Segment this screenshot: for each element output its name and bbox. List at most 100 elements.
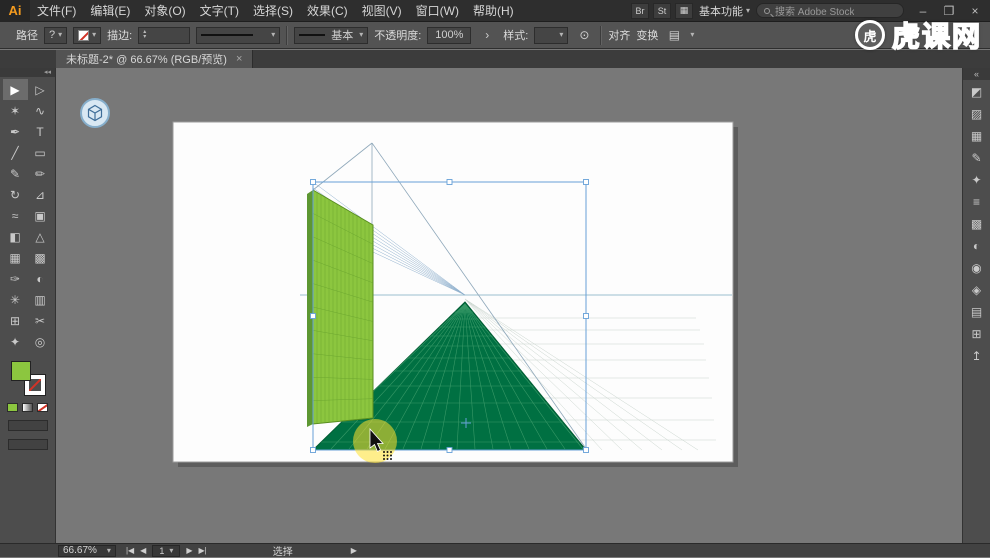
close-icon[interactable]: × xyxy=(236,53,242,65)
column-graph-tool[interactable]: ▥ xyxy=(28,289,53,310)
menu-select[interactable]: 选择(S) xyxy=(246,0,300,22)
menu-type[interactable]: 文字(T) xyxy=(193,0,246,22)
bridge-icon[interactable]: Br xyxy=(631,3,649,19)
stepper-icon[interactable]: ▴▾ xyxy=(143,30,146,40)
shape-builder-tool[interactable]: ◧ xyxy=(3,226,28,247)
gradient-mode-button[interactable] xyxy=(22,403,33,412)
gradient-panel-icon[interactable]: ▩ xyxy=(966,214,988,234)
none-mode-button[interactable] xyxy=(37,403,48,412)
menu-object[interactable]: 对象(O) xyxy=(137,0,192,22)
canvas-area[interactable] xyxy=(56,68,962,543)
chevron-down-icon: ▾ xyxy=(58,31,62,39)
graphic-styles-panel-icon[interactable]: ◈ xyxy=(966,280,988,300)
stroke-width-field[interactable]: ▴▾ xyxy=(138,27,190,44)
color-panel-icon[interactable]: ◩ xyxy=(966,82,988,102)
lasso-tool[interactable]: ∿ xyxy=(28,100,53,121)
document-tab-bar: 未标题-2* @ 66.67% (RGB/预览) × xyxy=(0,50,990,68)
stock-icon[interactable]: St xyxy=(653,3,671,19)
workspace-switcher[interactable]: 基本功能 ▾ xyxy=(699,3,750,19)
blend-tool[interactable]: ◐ xyxy=(28,268,53,289)
eyedropper-tool[interactable]: ✑ xyxy=(3,268,28,289)
menu-effect[interactable]: 效果(C) xyxy=(300,0,355,22)
minimize-button[interactable]: – xyxy=(910,0,936,22)
magic-wand-tool[interactable]: ✶ xyxy=(3,100,28,121)
perspective-grid-tool[interactable]: △ xyxy=(28,226,53,247)
perspective-plane-widget[interactable] xyxy=(81,99,109,127)
artboard-tool[interactable]: ⊞ xyxy=(3,310,28,331)
rectangle-tool[interactable]: ▭ xyxy=(28,142,53,163)
current-tool-indicator[interactable]: 选择 xyxy=(273,543,293,558)
stroke-color-well[interactable]: ▾ xyxy=(73,27,101,44)
scale-tool[interactable]: ⊿ xyxy=(28,184,53,205)
zoom-level-dropdown[interactable]: 66.67% ▾ xyxy=(58,545,116,557)
gradient-tool[interactable]: ▩ xyxy=(28,247,53,268)
panel-grid-icon[interactable]: ▤ xyxy=(664,26,684,44)
panel-collapse-icon[interactable]: ◂◂ xyxy=(0,68,55,77)
menu-view[interactable]: 视图(V) xyxy=(355,0,409,22)
hand-tool[interactable]: ✦ xyxy=(3,331,28,352)
mesh-tool[interactable]: ▦ xyxy=(3,247,28,268)
asset-export-panel-icon[interactable]: ↥ xyxy=(966,346,988,366)
width-tool[interactable]: ≈ xyxy=(3,205,28,226)
status-expand-icon[interactable]: ▶ xyxy=(351,546,357,555)
document-tab[interactable]: 未标题-2* @ 66.67% (RGB/预览) × xyxy=(56,50,253,68)
symbol-sprayer-tool[interactable]: ✳ xyxy=(3,289,28,310)
pen-tool[interactable]: ✒ xyxy=(3,121,28,142)
color-guide-panel-icon[interactable]: ▨ xyxy=(966,104,988,124)
opacity-field[interactable]: 100% xyxy=(427,27,471,44)
last-artboard-icon[interactable]: ▶| xyxy=(199,546,207,555)
stock-search[interactable]: 搜索 Adobe Stock xyxy=(756,3,904,18)
swatches-panel-icon[interactable]: ▦ xyxy=(966,126,988,146)
close-button[interactable]: × xyxy=(962,0,988,22)
pencil-tool[interactable]: ✏ xyxy=(28,163,53,184)
recolor-artwork-icon[interactable]: ⊙ xyxy=(574,26,594,44)
chevron-down-icon[interactable]: ▾ xyxy=(690,31,694,39)
style-dropdown[interactable]: ▾ xyxy=(534,27,568,44)
direct-selection-tool[interactable]: ▷ xyxy=(28,79,53,100)
arrange-documents-icon[interactable]: ▦ xyxy=(675,3,693,19)
brushes-panel-icon[interactable]: ✎ xyxy=(966,148,988,168)
dock-icons: ◩ ▨ ▦ ✎ ✦ ≡ ▩ ◐ ◉ ◈ ▤ ⊞ ↥ xyxy=(966,80,988,366)
color-mode-button[interactable] xyxy=(7,403,18,412)
symbols-panel-icon[interactable]: ✦ xyxy=(966,170,988,190)
transparency-panel-icon[interactable]: ◐ xyxy=(966,236,988,256)
paintbrush-tool[interactable]: ✎ xyxy=(3,163,28,184)
draw-mode-buttons[interactable] xyxy=(8,420,48,431)
chevron-down-icon: ▾ xyxy=(107,547,111,555)
slice-tool[interactable]: ✂ xyxy=(28,310,53,331)
artboards-panel-icon[interactable]: ⊞ xyxy=(966,324,988,344)
type-tool[interactable]: T xyxy=(28,121,53,142)
zoom-tool[interactable]: ◎ xyxy=(28,331,53,352)
stroke-panel-icon[interactable]: ≡ xyxy=(966,192,988,212)
stroke-profile-preview xyxy=(201,34,253,36)
appearance-panel-icon[interactable]: ◉ xyxy=(966,258,988,278)
menu-help[interactable]: 帮助(H) xyxy=(466,0,521,22)
transform-label[interactable]: 变换 xyxy=(636,27,658,43)
opacity-arrow-icon[interactable]: › xyxy=(477,26,497,44)
free-transform-tool[interactable]: ▣ xyxy=(28,205,53,226)
separator xyxy=(286,26,288,45)
menu-items: 文件(F) 编辑(E) 对象(O) 文字(T) 选择(S) 效果(C) 视图(V… xyxy=(30,0,521,22)
next-artboard-icon[interactable]: ▶ xyxy=(186,546,192,555)
selection-tool[interactable]: ▶ xyxy=(3,79,28,100)
fill-color-well[interactable]: ? ▾ xyxy=(44,27,67,44)
width-profile-dropdown[interactable]: ▾ xyxy=(196,27,280,44)
expand-panels-icon[interactable]: « xyxy=(963,68,990,80)
menu-file[interactable]: 文件(F) xyxy=(30,0,83,22)
menu-edit[interactable]: 编辑(E) xyxy=(83,0,137,22)
fill-swatch[interactable] xyxy=(11,361,31,381)
rotate-tool[interactable]: ↻ xyxy=(3,184,28,205)
artboard-number-field[interactable]: 1 ▾ xyxy=(152,545,180,557)
separator xyxy=(600,26,602,45)
brush-definition-dropdown[interactable]: 基本 ▾ xyxy=(294,27,368,44)
menu-window[interactable]: 窗口(W) xyxy=(409,0,466,22)
first-artboard-icon[interactable]: |◀ xyxy=(126,546,134,555)
path-label: 路径 xyxy=(16,27,38,43)
line-segment-tool[interactable]: ╱ xyxy=(3,142,28,163)
prev-artboard-icon[interactable]: ◀ xyxy=(140,546,146,555)
maximize-button[interactable]: ❐ xyxy=(936,0,962,22)
align-label[interactable]: 对齐 xyxy=(608,27,630,43)
green-wall[interactable] xyxy=(307,190,373,427)
layers-panel-icon[interactable]: ▤ xyxy=(966,302,988,322)
screen-mode-button[interactable] xyxy=(8,439,48,450)
